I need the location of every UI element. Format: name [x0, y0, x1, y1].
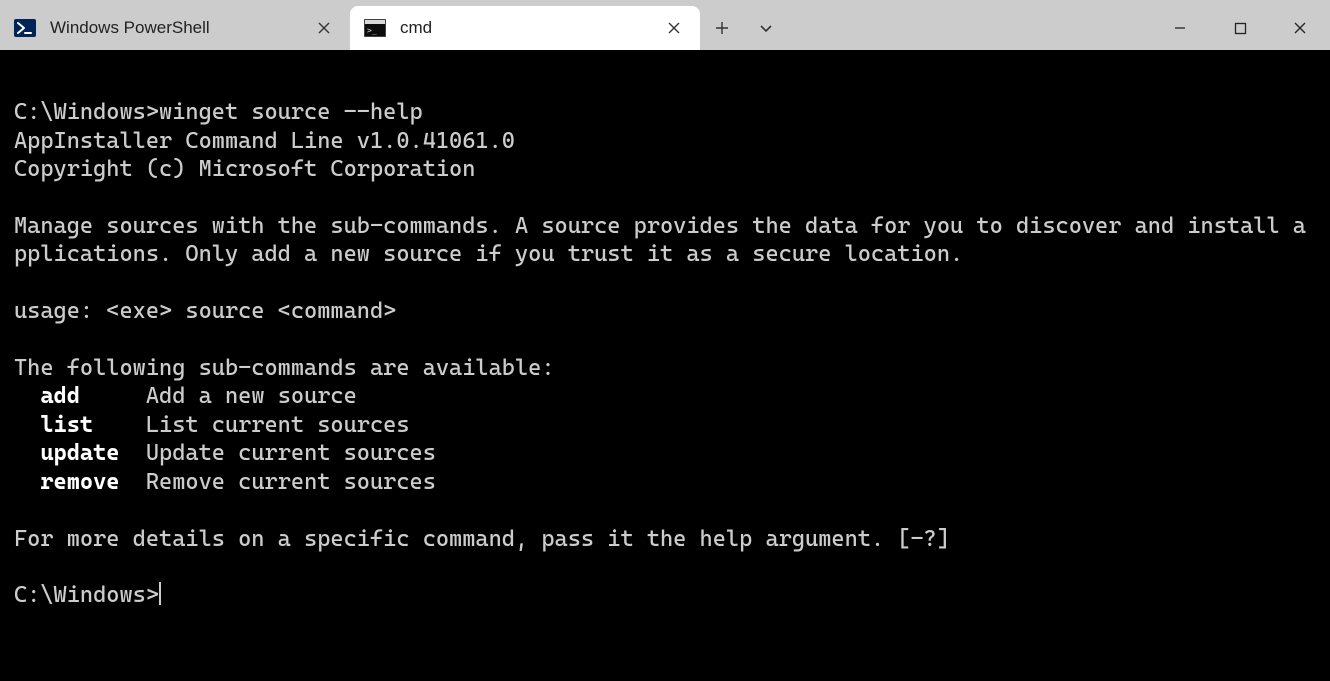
tab-dropdown-button[interactable]	[744, 6, 788, 50]
output-line: The following sub-commands are available…	[14, 355, 555, 381]
subcommand-name: add	[40, 383, 80, 409]
subcommand-desc: Update current sources	[146, 440, 436, 466]
close-icon[interactable]	[662, 16, 686, 40]
output-line: Copyright (c) Microsoft Corporation	[14, 156, 475, 182]
close-window-button[interactable]	[1270, 6, 1330, 50]
subcommand-desc: Add a new source	[146, 383, 357, 409]
tab-label: cmd	[400, 18, 648, 38]
maximize-button[interactable]	[1210, 6, 1270, 50]
prompt: C:\Windows>	[14, 582, 159, 608]
close-icon[interactable]	[312, 16, 336, 40]
output-paragraph: Manage sources with the sub-commands. A …	[14, 213, 1306, 267]
titlebar: Windows PowerShell >_ cmd	[0, 0, 1330, 50]
output-line: For more details on a specific command, …	[14, 526, 950, 552]
subcommand-name: remove	[40, 469, 119, 495]
output-line: AppInstaller Command Line v1.0.41061.0	[14, 128, 515, 154]
subcommand-name: list	[40, 412, 93, 438]
cursor	[159, 582, 161, 605]
tab-cmd[interactable]: >_ cmd	[350, 6, 700, 50]
minimize-button[interactable]	[1150, 6, 1210, 50]
subcommand-desc: Remove current sources	[146, 469, 436, 495]
new-tab-button[interactable]	[700, 6, 744, 50]
subcommand-desc: List current sources	[146, 412, 410, 438]
prompt: C:\Windows>	[14, 99, 159, 125]
terminal-output[interactable]: C:\Windows>winget source --help AppInsta…	[0, 50, 1330, 681]
subcommand-name: update	[40, 440, 119, 466]
typed-command: winget source --help	[159, 99, 423, 125]
tab-powershell[interactable]: Windows PowerShell	[0, 6, 350, 50]
powershell-icon	[14, 17, 36, 39]
cmd-icon: >_	[364, 17, 386, 39]
svg-text:>_: >_	[367, 26, 377, 35]
tab-label: Windows PowerShell	[50, 18, 298, 38]
output-line: usage: <exe> source <command>	[14, 298, 396, 324]
